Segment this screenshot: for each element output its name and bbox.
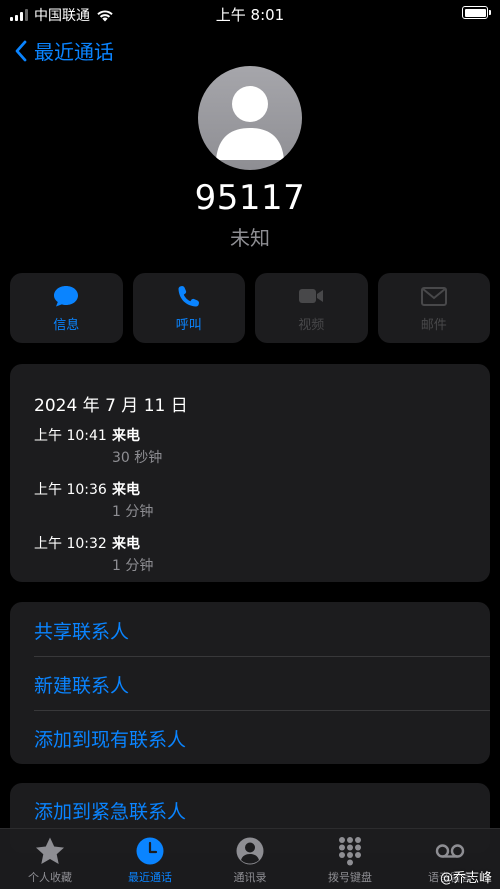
clock-icon: [136, 837, 164, 865]
mail-button: 邮件: [377, 273, 490, 343]
call-duration: 1 分钟: [112, 504, 154, 520]
call-label: 呼叫: [175, 317, 202, 333]
battery-icon: [462, 6, 491, 19]
mail-label: 邮件: [420, 317, 447, 333]
tab-label: 拨号键盘: [328, 871, 372, 884]
phone-icon: [178, 285, 199, 306]
contact-label: 未知: [230, 226, 270, 250]
status-time: 上午 8:01: [215, 6, 285, 24]
contact-options-card: 共享联系人 新建联系人 添加到现有联系人: [10, 602, 490, 764]
call-time: 上午 10:41: [34, 428, 107, 444]
call-type: 来电: [112, 482, 140, 498]
tab-recents[interactable]: 最近通话: [100, 829, 200, 889]
tab-keypad[interactable]: 拨号键盘: [300, 829, 400, 889]
keypad-icon: [339, 837, 361, 866]
back-button[interactable]: 最近通话: [14, 36, 114, 65]
call-duration: 1 分钟: [112, 558, 154, 574]
share-contact-option[interactable]: 共享联系人: [34, 603, 490, 657]
video-icon: [299, 288, 324, 303]
message-button[interactable]: 信息: [10, 273, 123, 343]
tab-favorites[interactable]: 个人收藏: [0, 829, 100, 889]
call-history-card: 2024 年 7 月 11 日 上午 10:41 来电 30 秒钟 上午 10:…: [10, 364, 490, 582]
call-time: 上午 10:32: [34, 536, 107, 552]
tab-label: 个人收藏: [28, 871, 72, 884]
message-icon: [54, 285, 79, 306]
avatar: [198, 66, 302, 170]
tab-label: 通讯录: [233, 871, 267, 884]
history-date: 2024 年 7 月 11 日: [34, 396, 188, 416]
video-button: 视频: [255, 273, 368, 343]
call-duration: 30 秒钟: [112, 450, 163, 466]
call-type: 来电: [112, 428, 140, 444]
video-label: 视频: [298, 317, 325, 333]
status-bar: 中国联通 上午 8:01: [0, 0, 500, 26]
tab-label: 最近通话: [128, 871, 172, 884]
add-to-existing-contact-option[interactable]: 添加到现有联系人: [34, 711, 490, 765]
chevron-left-icon: [15, 40, 27, 61]
person-silhouette-icon: [216, 86, 284, 160]
person-icon: [236, 837, 264, 865]
action-row: 信息 呼叫 视频 邮件: [10, 273, 490, 343]
mail-icon: [420, 286, 447, 306]
call-button[interactable]: 呼叫: [132, 273, 245, 343]
contact-number: 95117: [194, 178, 306, 218]
voicemail-icon: [435, 844, 465, 858]
back-label: 最近通话: [34, 40, 114, 64]
star-icon: [36, 837, 64, 864]
create-contact-option[interactable]: 新建联系人: [34, 657, 490, 711]
message-label: 信息: [53, 317, 80, 333]
call-type: 来电: [112, 536, 140, 552]
tab-bar: 个人收藏 最近通话 通讯录 拨号键盘 语音留言: [0, 828, 500, 889]
call-time: 上午 10:36: [34, 482, 107, 498]
tab-contacts[interactable]: 通讯录: [200, 829, 300, 889]
watermark: @乔志峰: [439, 871, 492, 886]
